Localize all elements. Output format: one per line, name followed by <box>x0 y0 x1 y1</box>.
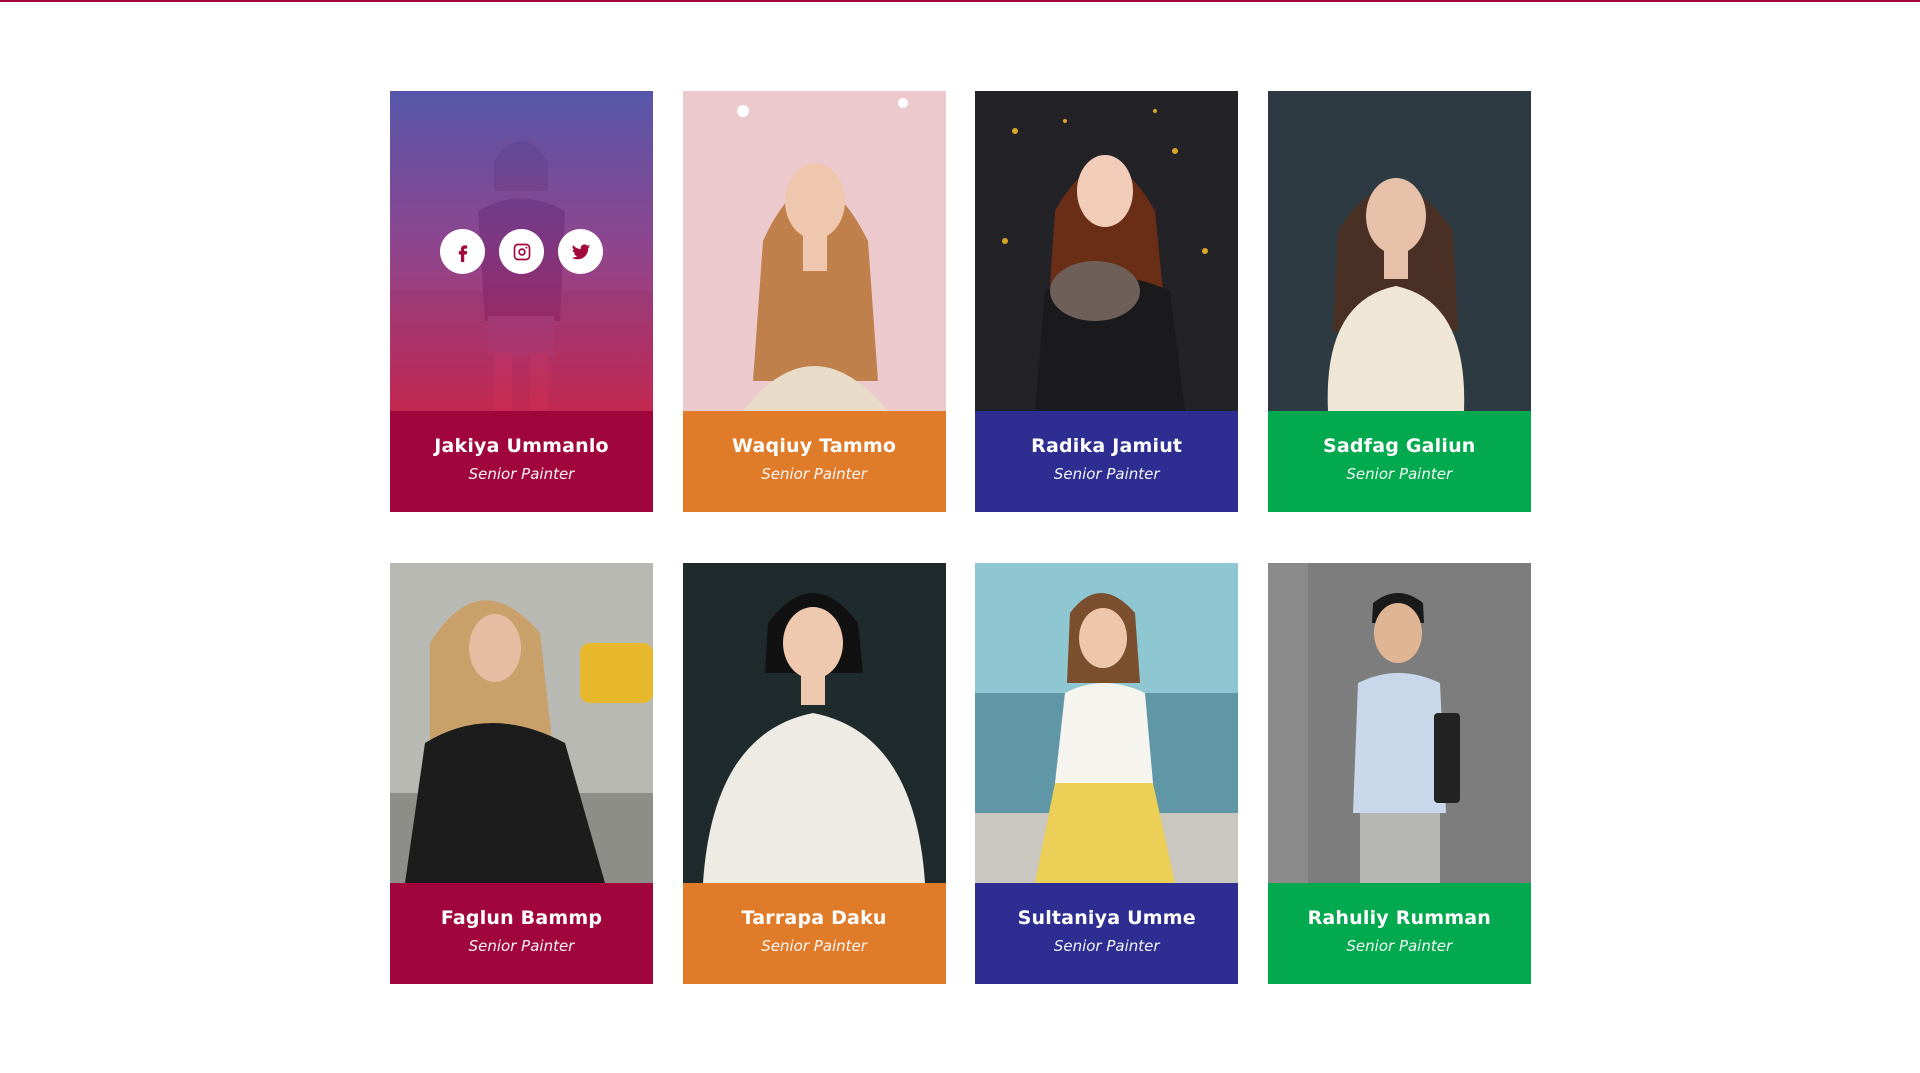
member-role: Senior Painter <box>1346 937 1453 955</box>
member-name: Waqiuy Tammo <box>732 435 897 457</box>
instagram-icon[interactable] <box>499 229 544 274</box>
social-links <box>390 229 653 274</box>
member-info: Faglun Bammp Senior Painter <box>390 883 653 984</box>
member-info: Jakiya Ummanlo Senior Painter <box>390 411 653 512</box>
member-photo <box>682 563 946 883</box>
member-name: Jakiya Ummanlo <box>434 435 609 457</box>
member-info: Rahuliy Rumman Senior Painter <box>1267 883 1531 984</box>
member-info: Sultaniya Umme Senior Painter <box>975 883 1239 984</box>
member-name: Sultaniya Umme <box>1017 907 1196 929</box>
team-card[interactable]: Faglun Bammp Senior Painter <box>390 563 653 984</box>
team-card[interactable]: Rahuliy Rumman Senior Painter <box>1267 563 1531 984</box>
member-name: Rahuliy Rumman <box>1307 907 1491 929</box>
member-photo <box>1267 91 1531 411</box>
member-name: Radika Jamiut <box>1031 435 1183 457</box>
facebook-icon[interactable] <box>440 229 485 274</box>
member-info: Tarrapa Daku Senior Painter <box>682 883 946 984</box>
member-info: Sadfag Galiun Senior Painter <box>1267 411 1531 512</box>
member-photo <box>975 563 1239 883</box>
team-card[interactable]: Jakiya Ummanlo Senior Painter <box>390 91 653 512</box>
member-name: Tarrapa Daku <box>741 907 887 929</box>
team-card[interactable]: Radika Jamiut Senior Painter <box>975 91 1239 512</box>
member-role: Senior Painter <box>761 937 867 955</box>
member-role: Senior Painter <box>1346 465 1453 483</box>
member-info: Waqiuy Tammo Senior Painter <box>682 411 946 512</box>
member-role: Senior Painter <box>468 465 575 483</box>
member-photo <box>390 563 653 883</box>
member-role: Senior Painter <box>1053 465 1160 483</box>
member-name: Faglun Bammp <box>440 907 603 929</box>
member-role: Senior Painter <box>468 937 575 955</box>
top-accent-line <box>0 0 1920 2</box>
team-card[interactable]: Sultaniya Umme Senior Painter <box>975 563 1239 984</box>
member-info: Radika Jamiut Senior Painter <box>975 411 1239 512</box>
team-grid: Jakiya Ummanlo Senior Painter Waqiuy Tam… <box>390 91 1531 984</box>
twitter-icon[interactable] <box>558 229 603 274</box>
member-role: Senior Painter <box>761 465 867 483</box>
member-photo <box>1267 563 1531 883</box>
member-role: Senior Painter <box>1053 937 1160 955</box>
team-card[interactable]: Sadfag Galiun Senior Painter <box>1267 91 1531 512</box>
team-card[interactable]: Waqiuy Tammo Senior Painter <box>682 91 946 512</box>
member-photo <box>975 91 1239 411</box>
member-name: Sadfag Galiun <box>1323 435 1476 457</box>
member-photo <box>682 91 946 411</box>
team-card[interactable]: Tarrapa Daku Senior Painter <box>682 563 946 984</box>
